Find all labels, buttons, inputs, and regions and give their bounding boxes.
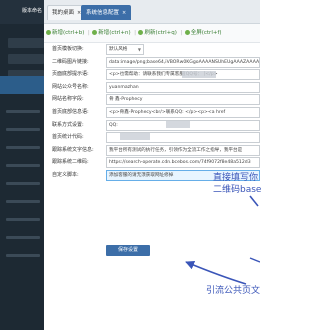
annotation-arrows (185, 195, 260, 285)
annotation-arrow (249, 195, 259, 207)
annotation-arrow (185, 260, 247, 285)
annotation-arrow (249, 257, 260, 263)
